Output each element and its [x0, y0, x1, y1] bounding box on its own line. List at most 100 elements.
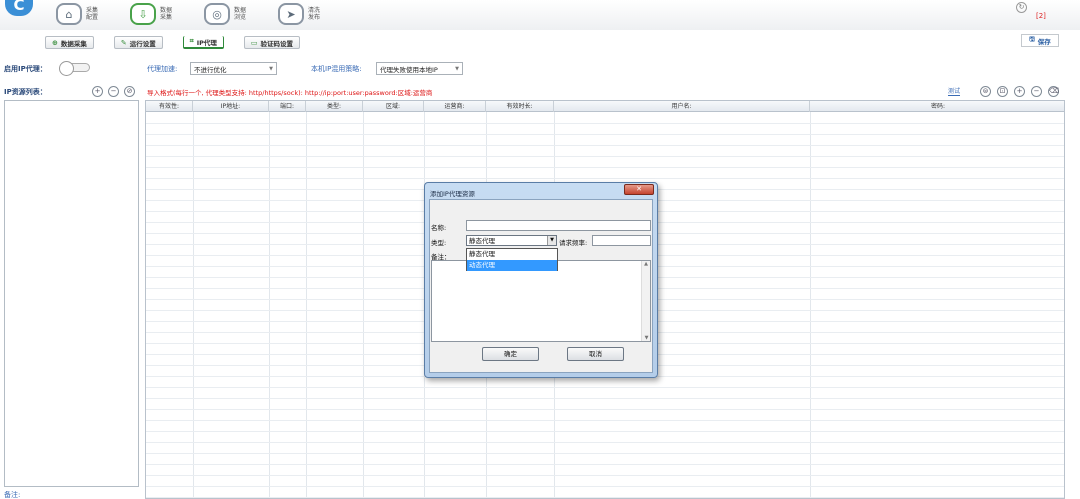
- delete-icon[interactable]: ⌫: [1048, 86, 1059, 97]
- enable-proxy-label: 启用IP代理：: [4, 65, 47, 73]
- clear-source-icon[interactable]: ⊘: [124, 86, 135, 97]
- column-header[interactable]: IP地址:: [193, 101, 269, 112]
- type-dropdown-list: 静态代理 动态代理: [466, 248, 558, 271]
- add-proxy-icon[interactable]: +: [1014, 86, 1025, 97]
- run-settings-label: 运行设置: [129, 39, 156, 48]
- remark-textarea[interactable]: ▲ ▼: [431, 260, 651, 342]
- download-icon: ⇩: [130, 3, 156, 25]
- grid-line: [146, 398, 1064, 399]
- nav-label-line1: 数据: [234, 7, 247, 14]
- scroll-down-icon[interactable]: ▼: [642, 335, 651, 341]
- save-button[interactable]: 🖫 保存: [1021, 34, 1059, 47]
- sub-navigation: ⊕ 数据采集 ✎ 运行设置 ⌗ IP代理 ▭ 验证码设置: [45, 36, 301, 49]
- test-link[interactable]: 测试: [948, 86, 961, 96]
- grid-line: [146, 475, 1064, 476]
- column-header[interactable]: 有效性:: [146, 101, 193, 112]
- accel-select[interactable]: 不进行优化 ▼: [190, 62, 277, 75]
- grid-line: [146, 497, 1064, 498]
- home-icon: ⌂: [56, 3, 82, 25]
- ip-source-list[interactable]: [4, 100, 139, 487]
- grid-line: [146, 420, 1064, 421]
- type-select-value: 静态代理: [469, 237, 495, 245]
- proxy-icon: ⌗: [189, 37, 194, 45]
- table-header: 有效性: IP地址: 端口: 类型: 区域: 运营商: 有效时长: 用户名: 密…: [146, 101, 1064, 112]
- type-option-static[interactable]: 静态代理: [467, 249, 557, 260]
- export-icon[interactable]: ⊡: [997, 86, 1008, 97]
- captcha-settings-label: 验证码设置: [260, 39, 294, 48]
- grid-line: [146, 123, 1064, 124]
- layers-icon: ◎: [204, 3, 230, 25]
- name-input[interactable]: [466, 220, 651, 231]
- grid-line: [363, 112, 364, 498]
- remove-source-icon[interactable]: −: [108, 86, 119, 97]
- nav-label-line2: 配置: [86, 14, 99, 21]
- accel-select-value: 不进行优化: [194, 65, 227, 74]
- frequency-label: 请求频率:: [559, 239, 588, 247]
- data-collect-button[interactable]: ⊕ 数据采集: [45, 36, 94, 49]
- column-header[interactable]: 端口:: [269, 101, 306, 112]
- grid-line: [146, 145, 1064, 146]
- ip-proxy-tab[interactable]: ⌗ IP代理: [182, 36, 224, 49]
- dialog-title: 添加IP代理资源: [430, 190, 475, 198]
- column-header[interactable]: 区域:: [363, 101, 424, 112]
- refresh-icon[interactable]: ↻: [1016, 2, 1027, 13]
- type-option-dynamic[interactable]: 动态代理: [467, 260, 557, 271]
- grid-line: [146, 167, 1064, 168]
- app-window: C ⌂ 采集 配置 ⇩ 数据 采集 ◎ 数据 浏览 ➤ 清洗 发布 ↻ [2] ⊕ 数据采…: [0, 0, 1080, 499]
- nav-label-line1: 采集: [86, 7, 99, 14]
- save-icon: 🖫: [1029, 35, 1035, 43]
- nav-label-line2: 采集: [160, 14, 173, 21]
- grid-line: [146, 409, 1064, 410]
- grid-line: [146, 178, 1064, 179]
- type-select[interactable]: 静态代理 ▼: [466, 235, 557, 246]
- import-icon[interactable]: ⊜: [980, 86, 991, 97]
- type-label: 类型:: [431, 239, 447, 247]
- notification-count[interactable]: [2]: [1036, 12, 1046, 20]
- captcha-settings-button[interactable]: ▭ 验证码设置: [243, 36, 301, 49]
- top-navigation-bar: C ⌂ 采集 配置 ⇩ 数据 采集 ◎ 数据 浏览 ➤ 清洗 发布 ↻ [2]: [0, 0, 1080, 30]
- nav-collect-config[interactable]: ⌂ 采集 配置: [56, 3, 106, 25]
- column-header[interactable]: 类型:: [306, 101, 363, 112]
- add-source-icon[interactable]: +: [92, 86, 103, 97]
- grid-line: [146, 453, 1064, 454]
- name-label: 名称:: [431, 224, 447, 232]
- grid-line: [306, 112, 307, 498]
- data-collect-label: 数据采集: [60, 39, 87, 48]
- grid-line: [146, 486, 1064, 487]
- grid-line: [146, 464, 1064, 465]
- accel-label: 代理加速:: [147, 65, 178, 73]
- app-logo-icon: C: [5, 0, 33, 16]
- captcha-icon: ▭: [250, 38, 258, 47]
- run-settings-button[interactable]: ✎ 运行设置: [113, 36, 163, 49]
- ok-button[interactable]: 确定: [482, 347, 539, 361]
- grid-line: [193, 112, 194, 498]
- remove-proxy-icon[interactable]: −: [1031, 86, 1042, 97]
- nav-clean-publish[interactable]: ➤ 清洗 发布: [278, 3, 328, 25]
- cancel-button[interactable]: 取消: [567, 347, 624, 361]
- frequency-input[interactable]: [592, 235, 651, 246]
- column-header[interactable]: 用户名:: [554, 101, 810, 112]
- scrollbar[interactable]: ▲ ▼: [641, 261, 650, 341]
- nav-data-browse[interactable]: ◎ 数据 浏览: [204, 3, 254, 25]
- column-header[interactable]: 运营商:: [424, 101, 486, 112]
- close-icon[interactable]: ✕: [624, 184, 654, 195]
- ip-proxy-label: IP代理: [196, 38, 217, 47]
- save-label: 保存: [1037, 37, 1051, 46]
- column-header[interactable]: 有效时长:: [486, 101, 554, 112]
- download-icon: ⊕: [52, 38, 58, 47]
- grid-line: [146, 431, 1064, 432]
- chevron-down-icon: ▼: [269, 66, 273, 72]
- nav-label-line1: 数据: [160, 7, 173, 14]
- grid-line: [269, 112, 270, 498]
- grid-line: [146, 156, 1064, 157]
- grid-line: [146, 387, 1064, 388]
- wrench-icon: ✎: [120, 38, 127, 47]
- nav-data-collect[interactable]: ⇩ 数据 采集: [130, 3, 180, 25]
- chevron-down-icon: ▼: [547, 236, 556, 245]
- column-header[interactable]: 密码:: [810, 101, 1064, 112]
- enable-proxy-toggle[interactable]: [59, 61, 90, 76]
- note-label: 备注:: [4, 491, 21, 499]
- grid-line: [810, 112, 811, 498]
- scroll-up-icon[interactable]: ▲: [642, 261, 650, 267]
- strategy-select[interactable]: 代理失败使用本地IP ▼: [376, 62, 463, 75]
